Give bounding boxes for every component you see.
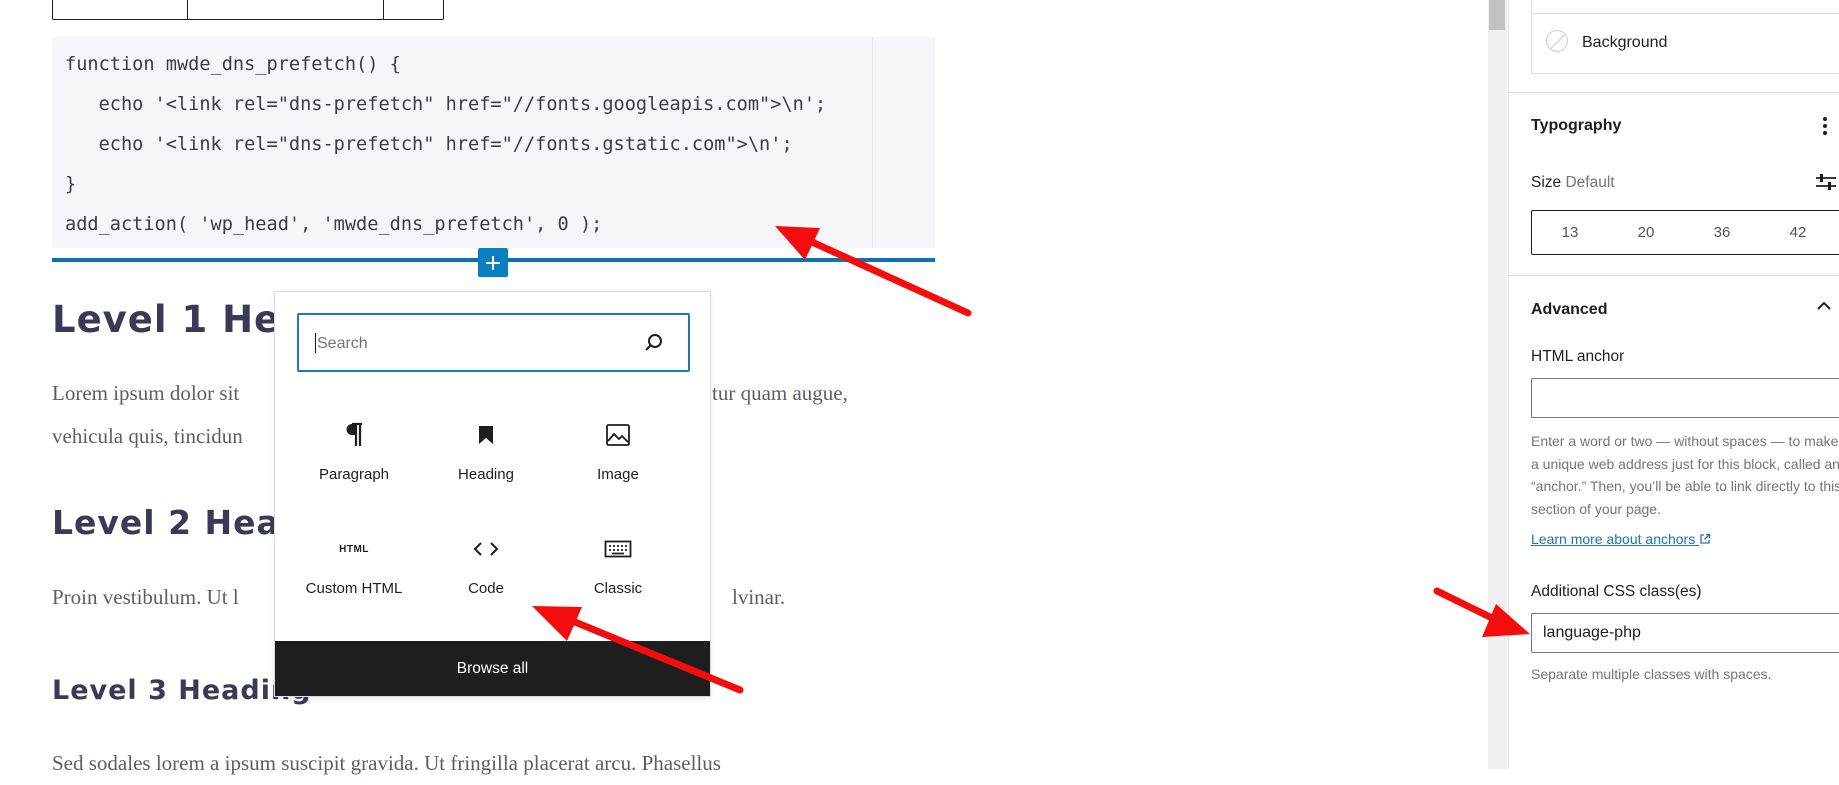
external-link-icon: [1700, 533, 1711, 544]
css-help-text: Separate multiple classes with spaces.: [1531, 666, 1772, 682]
link-text: Learn more about anchors: [1531, 531, 1696, 547]
block-classic[interactable]: Classic: [553, 512, 683, 612]
advanced-panel-toggle[interactable]: Advanced: [1531, 301, 1607, 319]
custom-size-settings-icon[interactable]: [1815, 172, 1837, 192]
block-code[interactable]: Code: [421, 512, 551, 612]
block-paragraph[interactable]: Paragraph: [289, 398, 419, 498]
css-class-label: Additional CSS class(es): [1531, 583, 1702, 600]
block-heading[interactable]: Heading: [421, 398, 551, 498]
html-anchor-label: HTML anchor: [1531, 348, 1625, 365]
heading-level-1[interactable]: Level 1 Hea: [52, 298, 306, 341]
paragraph-2[interactable]: Proin vestibulum. Ut l lvinar.: [52, 576, 785, 619]
heading-level-3[interactable]: Level 3 Heading: [52, 675, 312, 706]
code-line: function mwde_dns_prefetch() {: [65, 54, 401, 75]
html-icon: HTML: [339, 534, 369, 564]
editor-scrollbar[interactable]: [1488, 0, 1507, 769]
code-block[interactable]: function mwde_dns_prefetch() { echo '<li…: [52, 37, 935, 248]
block-search[interactable]: [297, 313, 690, 372]
paragraph-text: Proin vestibulum. Ut l: [52, 585, 239, 609]
plus-icon: [486, 255, 500, 270]
font-size-option[interactable]: 36: [1684, 211, 1760, 254]
typography-title: Typography: [1531, 117, 1622, 134]
paragraph-3[interactable]: Sed sodales lorem a ipsum suscipit gravi…: [52, 742, 721, 785]
html-icon-text: HTML: [339, 543, 369, 555]
more-options-icon[interactable]: [1822, 115, 1828, 137]
font-size-row: Size Default: [1531, 174, 1615, 192]
block-image[interactable]: Image: [553, 398, 683, 498]
add-block-button[interactable]: [478, 248, 508, 277]
scrollbar-thumb[interactable]: [1489, 0, 1505, 30]
toolbar-divider: [383, 0, 384, 19]
block-label: Image: [597, 466, 639, 483]
block-settings-sidebar: Background Typography Size Default 13 20…: [1508, 0, 1839, 769]
block-label: Custom HTML: [305, 580, 403, 597]
panel-divider: [1509, 275, 1839, 276]
block-label: Heading: [458, 466, 514, 483]
font-size-option[interactable]: 42: [1760, 211, 1836, 254]
code-icon: [471, 534, 501, 564]
size-value: Default: [1565, 174, 1615, 191]
color-settings-box: Background: [1531, 0, 1839, 74]
paragraph-text: Lorem ipsum dolor sit: [52, 381, 240, 405]
block-label: Classic: [593, 580, 643, 597]
text-caret: [315, 333, 316, 353]
chevron-up-icon[interactable]: [1816, 300, 1832, 312]
heading-bookmark-icon: [471, 420, 501, 450]
background-color-item[interactable]: Background: [1532, 14, 1839, 73]
font-size-option[interactable]: 13: [1532, 211, 1608, 254]
code-content[interactable]: function mwde_dns_prefetch() { echo '<li…: [65, 45, 826, 245]
browse-all-button[interactable]: Browse all: [275, 641, 710, 696]
learn-more-anchors-link[interactable]: Learn more about anchors: [1531, 531, 1711, 547]
block-toolbar[interactable]: [52, 0, 444, 20]
font-size-option[interactable]: 20: [1608, 211, 1684, 254]
block-inserter-popover: Paragraph Heading Image HTML Custom HTML…: [274, 291, 711, 697]
anchor-help-text: Enter a word or two — without spaces — t…: [1531, 433, 1839, 517]
block-custom-html[interactable]: HTML Custom HTML: [289, 512, 419, 612]
paragraph-1[interactable]: Lorem ipsum dolor sit tur quam augue, ve…: [52, 372, 848, 458]
heading-level-2[interactable]: Level 2 Head: [52, 503, 304, 542]
code-block-edge: [872, 37, 873, 248]
paragraph-text: tur quam augue,: [712, 381, 848, 405]
panel-divider: [1509, 92, 1839, 93]
keyboard-icon: [603, 534, 633, 564]
paragraph-text: lvinar.: [732, 585, 786, 609]
block-label: Paragraph: [318, 466, 390, 483]
size-label: Size: [1531, 174, 1562, 191]
background-label: Background: [1582, 34, 1668, 51]
code-line: echo '<link rel="dns-prefetch" href="//f…: [65, 94, 827, 115]
code-line: echo '<link rel="dns-prefetch" href="//f…: [65, 134, 793, 155]
search-icon[interactable]: [643, 332, 665, 354]
css-class-value: language-php: [1543, 624, 1641, 641]
code-line: add_action( 'wp_head', 'mwde_dns_prefetc…: [65, 214, 603, 235]
empty-color-swatch-icon: [1546, 30, 1568, 52]
search-input[interactable]: [315, 329, 619, 359]
code-line: }: [65, 174, 77, 195]
toolbar-divider: [187, 0, 188, 19]
block-label: Code: [468, 580, 504, 597]
paragraph-text: vehicula quis, tincidun: [52, 424, 243, 448]
font-size-picker[interactable]: 13 20 36 42: [1531, 210, 1839, 255]
paragraph-icon: [339, 420, 369, 450]
css-class-input[interactable]: language-php: [1531, 613, 1839, 653]
image-icon: [603, 420, 633, 450]
html-anchor-input[interactable]: [1531, 378, 1839, 418]
